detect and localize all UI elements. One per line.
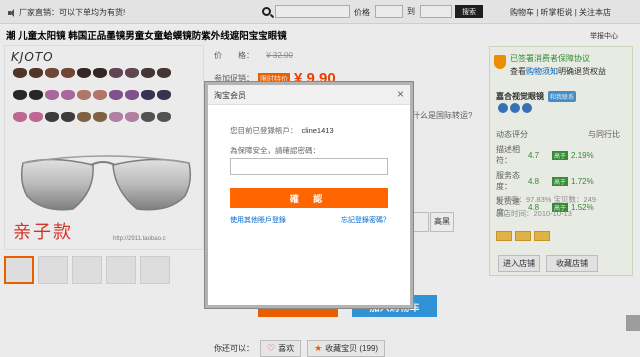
dialog-links: 使用其他賬戶登錄 忘記登錄密碼？ — [230, 215, 390, 225]
current-account-label: 您目前已登錄帳戶： — [230, 126, 298, 135]
password-field[interactable] — [230, 158, 388, 175]
username: cline1413 — [301, 126, 334, 135]
current-account: 您目前已登錄帳戶： cline1413 — [230, 125, 334, 136]
other-account-link[interactable]: 使用其他賬戶登錄 — [230, 215, 286, 225]
member-login-dialog: 淘宝会员 × 您目前已登錄帳戶： cline1413 為保障安全，請確認密碼： 確… — [205, 82, 413, 308]
forgot-password-link[interactable]: 忘記登錄密碼？ — [341, 215, 390, 225]
dialog-title: 淘宝会员 — [214, 91, 246, 100]
password-hint: 為保障安全，請確認密碼： — [230, 146, 320, 155]
confirm-button[interactable]: 確 認 — [230, 188, 388, 208]
close-icon[interactable]: × — [397, 87, 404, 101]
dialog-header: 淘宝会员 × — [208, 85, 410, 105]
